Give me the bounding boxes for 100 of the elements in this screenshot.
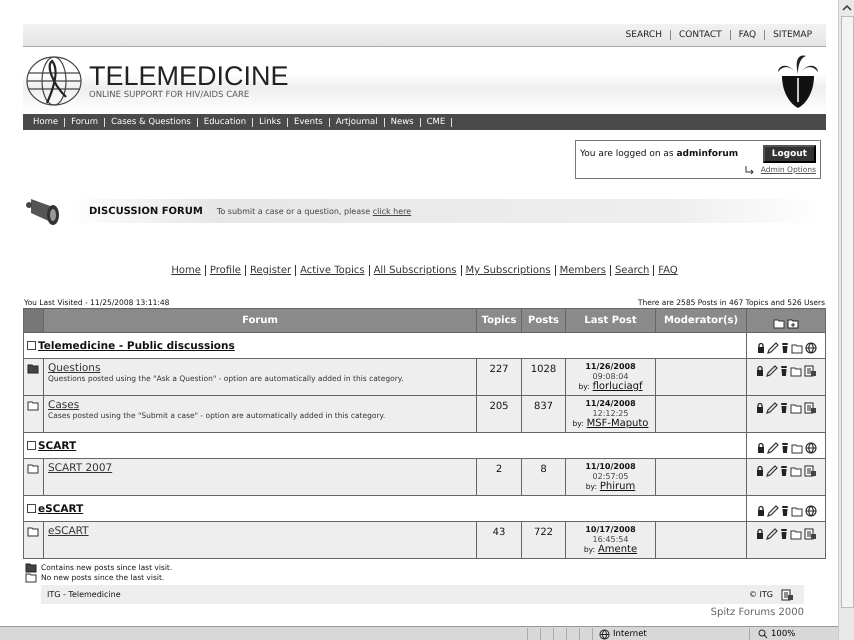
menu-link[interactable]: FAQ — [653, 265, 682, 276]
last-post-date: 11/26/2008 — [584, 362, 637, 372]
subforum-link[interactable]: Questions — [48, 362, 100, 374]
logout-button[interactable]: Logout — [762, 145, 816, 163]
nav-link[interactable]: Events — [288, 118, 330, 126]
globe-ribbon-logo — [25, 54, 83, 106]
trash-icon[interactable] — [780, 342, 790, 354]
last-post-date: 11/10/2008 — [584, 462, 637, 472]
return-arrow-icon — [744, 166, 755, 174]
category-link[interactable]: SCART — [38, 440, 76, 452]
trash-icon[interactable] — [779, 465, 789, 477]
click-here-link[interactable]: click here — [372, 206, 412, 216]
column-header: Moderator(s) — [656, 308, 746, 332]
zoom-text[interactable]: 100% — [771, 629, 796, 639]
last-post-time: 09:08:04 — [592, 372, 630, 381]
document-icon[interactable] — [804, 528, 817, 540]
lock-icon[interactable] — [755, 402, 765, 414]
banner-title: DISCUSSION FORUM — [89, 206, 203, 216]
nav-link[interactable]: News — [384, 118, 421, 126]
trash-icon[interactable] — [779, 365, 789, 377]
author-link[interactable]: florluciagf — [592, 381, 642, 392]
category-link[interactable]: Telemedicine - Public discussions — [38, 340, 235, 352]
folder-icon[interactable] — [790, 402, 803, 414]
lock-icon[interactable] — [755, 365, 765, 377]
globe-icon[interactable] — [804, 342, 816, 354]
subforum-link[interactable]: eSCART — [48, 525, 89, 537]
zone-text: Internet — [613, 629, 647, 639]
nav-link[interactable]: CME — [420, 118, 452, 126]
pencil-icon[interactable] — [766, 504, 778, 516]
pencil-icon[interactable] — [766, 342, 778, 354]
folder-icon[interactable] — [790, 365, 803, 377]
pencil-icon[interactable] — [766, 402, 778, 414]
nav-link[interactable]: Links — [253, 118, 288, 126]
site-subtitle: ONLINE SUPPORT FOR HIV/AIDS CARE — [89, 90, 250, 100]
trash-icon[interactable] — [780, 504, 790, 516]
folder-icon[interactable] — [790, 465, 803, 477]
nav-link[interactable]: Forum — [65, 118, 106, 126]
pencil-icon[interactable] — [766, 365, 778, 377]
lock-icon[interactable] — [755, 465, 765, 477]
nav-link[interactable]: Artjournal — [330, 118, 385, 126]
lock-icon[interactable] — [756, 342, 766, 354]
table-cell: 8 — [522, 458, 566, 496]
lock-icon[interactable] — [756, 504, 766, 516]
category-link[interactable]: eSCART — [38, 502, 84, 514]
menu-link[interactable]: Active Topics — [295, 265, 369, 276]
lock-icon[interactable] — [756, 442, 766, 454]
folder-icon[interactable] — [790, 504, 804, 516]
document-icon[interactable] — [804, 365, 817, 377]
trash-icon[interactable] — [779, 402, 789, 414]
pencil-icon[interactable] — [766, 528, 778, 540]
document-icon[interactable] — [804, 402, 817, 414]
menu-link[interactable]: Profile — [204, 265, 245, 276]
zoom-icon[interactable] — [758, 629, 768, 639]
square-icon — [27, 441, 36, 450]
column-header: Forum — [44, 308, 476, 332]
table-cell: 43 — [476, 522, 522, 558]
top-link[interactable]: SEARCH — [618, 30, 670, 40]
menu-link[interactable]: All Subscriptions — [368, 265, 461, 276]
folder-icon[interactable] — [772, 316, 786, 328]
table-cell: 722 — [522, 522, 566, 558]
top-link[interactable]: SITEMAP — [764, 30, 820, 40]
menu-link[interactable]: Search — [610, 265, 654, 276]
last-post-date: 11/24/2008 — [584, 399, 637, 409]
top-link[interactable]: CONTACT — [670, 30, 730, 40]
globe-icon — [599, 628, 610, 640]
menu-link[interactable]: Register — [244, 265, 296, 276]
copyright-text: © ITG — [749, 590, 773, 599]
folder-icon[interactable] — [790, 528, 803, 540]
author-link[interactable]: Amente — [598, 544, 638, 555]
globe-icon[interactable] — [804, 442, 816, 454]
square-icon — [27, 504, 36, 513]
trash-icon[interactable] — [780, 442, 790, 454]
trash-icon[interactable] — [779, 528, 789, 540]
table-cell: 837 — [522, 396, 566, 432]
menu-link[interactable]: Members — [554, 265, 610, 276]
site-title: TELEMEDICINE — [89, 62, 289, 90]
nav-link[interactable]: Home — [27, 118, 66, 126]
lock-icon[interactable] — [755, 528, 765, 540]
menu-link[interactable]: Home — [167, 265, 205, 276]
column-header: Topics — [476, 308, 522, 332]
document-icon[interactable] — [804, 465, 817, 477]
top-link[interactable]: FAQ — [730, 30, 764, 40]
subforum-link[interactable]: SCART 2007 — [48, 462, 112, 474]
table-cell: 227 — [476, 358, 522, 396]
last-post-time: 16:45:54 — [592, 535, 630, 544]
nav-link[interactable]: Education — [198, 118, 254, 126]
credit-text: Spitz Forums 2000 — [710, 607, 804, 618]
author-link[interactable]: MSF-Maputo — [586, 418, 648, 429]
nav-link[interactable]: Cases & Questions — [105, 118, 198, 126]
folder-icon[interactable] — [790, 442, 804, 454]
pencil-icon[interactable] — [766, 465, 778, 477]
folder-icon[interactable] — [790, 342, 804, 354]
globe-icon[interactable] — [804, 504, 816, 516]
login-status-text: You are logged on as adminforum — [580, 149, 738, 159]
new-folder-icon[interactable] — [786, 316, 800, 328]
document-icon[interactable] — [781, 588, 794, 600]
pencil-icon[interactable] — [766, 442, 778, 454]
subforum-link[interactable]: Cases — [48, 399, 80, 411]
author-link[interactable]: Phirum — [600, 481, 636, 492]
menu-link[interactable]: My Subscriptions — [460, 265, 555, 276]
